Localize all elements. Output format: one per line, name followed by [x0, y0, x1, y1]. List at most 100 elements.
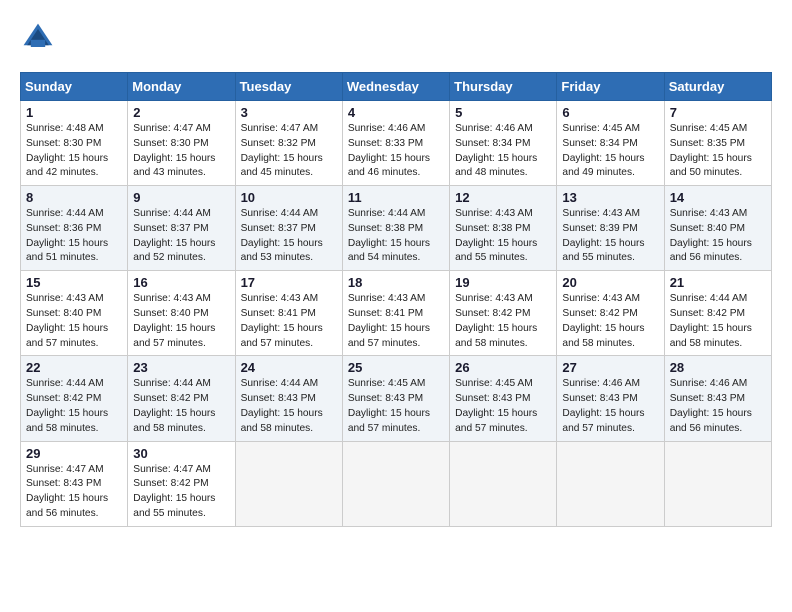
- day-cell-10: 10Sunrise: 4:44 AMSunset: 8:37 PMDayligh…: [235, 186, 342, 271]
- day-number: 28: [670, 360, 766, 375]
- header-cell-monday: Monday: [128, 73, 235, 101]
- day-info: Sunrise: 4:43 AMSunset: 8:40 PMDaylight:…: [133, 292, 229, 351]
- calendar-week-3: 15 Sunrise: 4:43 AMSunset: 8:40 PMDayligh…: [21, 271, 772, 356]
- day-number: 2: [133, 105, 229, 120]
- day-cell-12: 12Sunrise: 4:43 AMSunset: 8:38 PMDayligh…: [450, 186, 557, 271]
- day-info: Sunrise: 4:46 AMSunset: 8:33 PMDaylight:…: [348, 122, 444, 181]
- empty-cell: [557, 441, 664, 526]
- day-cell-22: 22 Sunrise: 4:44 AMSunset: 8:42 PMDayligh…: [21, 356, 128, 441]
- day-info: Sunrise: 4:44 AMSunset: 8:38 PMDaylight:…: [348, 207, 444, 266]
- day-number: 5: [455, 105, 551, 120]
- day-number: 3: [241, 105, 337, 120]
- day-number: 9: [133, 190, 229, 205]
- logo-icon: [20, 20, 56, 56]
- day-number: 8: [26, 190, 122, 205]
- day-number: 1: [26, 105, 122, 120]
- day-info: Sunrise: 4:43 AMSunset: 8:39 PMDaylight:…: [562, 207, 658, 266]
- day-number: 19: [455, 275, 551, 290]
- day-info: Sunrise: 4:47 AMSunset: 8:32 PMDaylight:…: [241, 122, 337, 181]
- day-info: Sunrise: 4:43 AMSunset: 8:41 PMDaylight:…: [241, 292, 337, 351]
- day-info: Sunrise: 4:43 AMSunset: 8:40 PMDaylight:…: [26, 292, 122, 351]
- day-number: 7: [670, 105, 766, 120]
- day-number: 26: [455, 360, 551, 375]
- day-cell-6: 6Sunrise: 4:45 AMSunset: 8:34 PMDaylight…: [557, 101, 664, 186]
- logo: [20, 20, 62, 56]
- day-cell-8: 8 Sunrise: 4:44 AMSunset: 8:36 PMDaylight…: [21, 186, 128, 271]
- header-cell-friday: Friday: [557, 73, 664, 101]
- day-cell-27: 27 Sunrise: 4:46 AMSunset: 8:43 PMDayligh…: [557, 356, 664, 441]
- day-info: Sunrise: 4:47 AMSunset: 8:42 PMDaylight:…: [133, 463, 229, 522]
- day-info: Sunrise: 4:45 AMSunset: 8:43 PMDaylight:…: [348, 377, 444, 436]
- day-number: 10: [241, 190, 337, 205]
- day-number: 30: [133, 446, 229, 461]
- day-info: Sunrise: 4:46 AMSunset: 8:43 PMDaylight:…: [562, 377, 658, 436]
- day-cell-3: 3 Sunrise: 4:47 AMSunset: 8:32 PMDaylight…: [235, 101, 342, 186]
- day-number: 15: [26, 275, 122, 290]
- day-cell-19: 19Sunrise: 4:43 AMSunset: 8:42 PMDayligh…: [450, 271, 557, 356]
- day-number: 16: [133, 275, 229, 290]
- day-info: Sunrise: 4:45 AMSunset: 8:35 PMDaylight:…: [670, 122, 766, 181]
- day-cell-9: 9 Sunrise: 4:44 AMSunset: 8:37 PMDaylight…: [128, 186, 235, 271]
- day-cell-2: 2 Sunrise: 4:47 AMSunset: 8:30 PMDaylight…: [128, 101, 235, 186]
- day-number: 27: [562, 360, 658, 375]
- header-cell-thursday: Thursday: [450, 73, 557, 101]
- day-info: Sunrise: 4:45 AMSunset: 8:43 PMDaylight:…: [455, 377, 551, 436]
- day-info: Sunrise: 4:44 AMSunset: 8:42 PMDaylight:…: [26, 377, 122, 436]
- day-info: Sunrise: 4:43 AMSunset: 8:42 PMDaylight:…: [562, 292, 658, 351]
- day-cell-30: 30 Sunrise: 4:47 AMSunset: 8:42 PMDayligh…: [128, 441, 235, 526]
- day-cell-14: 14 Sunrise: 4:43 AMSunset: 8:40 PMDayligh…: [664, 186, 771, 271]
- empty-cell: [664, 441, 771, 526]
- header-cell-wednesday: Wednesday: [342, 73, 449, 101]
- day-cell-4: 4 Sunrise: 4:46 AMSunset: 8:33 PMDaylight…: [342, 101, 449, 186]
- day-number: 24: [241, 360, 337, 375]
- day-cell-29: 29Sunrise: 4:47 AMSunset: 8:43 PMDayligh…: [21, 441, 128, 526]
- day-cell-25: 25 Sunrise: 4:45 AMSunset: 8:43 PMDayligh…: [342, 356, 449, 441]
- day-info: Sunrise: 4:46 AMSunset: 8:43 PMDaylight:…: [670, 377, 766, 436]
- calendar-table: SundayMondayTuesdayWednesdayThursdayFrid…: [20, 72, 772, 527]
- day-cell-26: 26 Sunrise: 4:45 AMSunset: 8:43 PMDayligh…: [450, 356, 557, 441]
- header-cell-tuesday: Tuesday: [235, 73, 342, 101]
- day-number: 18: [348, 275, 444, 290]
- day-number: 21: [670, 275, 766, 290]
- empty-cell: [235, 441, 342, 526]
- day-number: 29: [26, 446, 122, 461]
- day-info: Sunrise: 4:48 AMSunset: 8:30 PMDaylight:…: [26, 122, 122, 181]
- day-cell-18: 18 Sunrise: 4:43 AMSunset: 8:41 PMDayligh…: [342, 271, 449, 356]
- day-info: Sunrise: 4:43 AMSunset: 8:40 PMDaylight:…: [670, 207, 766, 266]
- header-cell-saturday: Saturday: [664, 73, 771, 101]
- day-cell-20: 20 Sunrise: 4:43 AMSunset: 8:42 PMDayligh…: [557, 271, 664, 356]
- day-number: 22: [26, 360, 122, 375]
- day-cell-15: 15 Sunrise: 4:43 AMSunset: 8:40 PMDayligh…: [21, 271, 128, 356]
- header-cell-sunday: Sunday: [21, 73, 128, 101]
- day-info: Sunrise: 4:44 AMSunset: 8:42 PMDaylight:…: [133, 377, 229, 436]
- calendar-week-5: 29Sunrise: 4:47 AMSunset: 8:43 PMDayligh…: [21, 441, 772, 526]
- day-info: Sunrise: 4:47 AMSunset: 8:30 PMDaylight:…: [133, 122, 229, 181]
- day-cell-13: 13Sunrise: 4:43 AMSunset: 8:39 PMDayligh…: [557, 186, 664, 271]
- page-header: [20, 20, 772, 56]
- day-cell-11: 11 Sunrise: 4:44 AMSunset: 8:38 PMDayligh…: [342, 186, 449, 271]
- day-info: Sunrise: 4:44 AMSunset: 8:36 PMDaylight:…: [26, 207, 122, 266]
- day-info: Sunrise: 4:44 AMSunset: 8:37 PMDaylight:…: [133, 207, 229, 266]
- day-info: Sunrise: 4:45 AMSunset: 8:34 PMDaylight:…: [562, 122, 658, 181]
- day-cell-5: 5 Sunrise: 4:46 AMSunset: 8:34 PMDaylight…: [450, 101, 557, 186]
- day-cell-23: 23 Sunrise: 4:44 AMSunset: 8:42 PMDayligh…: [128, 356, 235, 441]
- day-number: 12: [455, 190, 551, 205]
- day-number: 14: [670, 190, 766, 205]
- calendar-week-1: 1 Sunrise: 4:48 AMSunset: 8:30 PMDaylight…: [21, 101, 772, 186]
- empty-cell: [450, 441, 557, 526]
- day-number: 4: [348, 105, 444, 120]
- day-info: Sunrise: 4:43 AMSunset: 8:41 PMDaylight:…: [348, 292, 444, 351]
- day-cell-17: 17Sunrise: 4:43 AMSunset: 8:41 PMDayligh…: [235, 271, 342, 356]
- day-number: 11: [348, 190, 444, 205]
- day-cell-7: 7 Sunrise: 4:45 AMSunset: 8:35 PMDaylight…: [664, 101, 771, 186]
- day-cell-16: 16 Sunrise: 4:43 AMSunset: 8:40 PMDayligh…: [128, 271, 235, 356]
- day-info: Sunrise: 4:44 AMSunset: 8:43 PMDaylight:…: [241, 377, 337, 436]
- day-cell-21: 21 Sunrise: 4:44 AMSunset: 8:42 PMDayligh…: [664, 271, 771, 356]
- day-number: 20: [562, 275, 658, 290]
- day-number: 25: [348, 360, 444, 375]
- day-info: Sunrise: 4:46 AMSunset: 8:34 PMDaylight:…: [455, 122, 551, 181]
- day-cell-1: 1 Sunrise: 4:48 AMSunset: 8:30 PMDaylight…: [21, 101, 128, 186]
- day-number: 23: [133, 360, 229, 375]
- day-info: Sunrise: 4:44 AMSunset: 8:42 PMDaylight:…: [670, 292, 766, 351]
- calendar-week-2: 8 Sunrise: 4:44 AMSunset: 8:36 PMDaylight…: [21, 186, 772, 271]
